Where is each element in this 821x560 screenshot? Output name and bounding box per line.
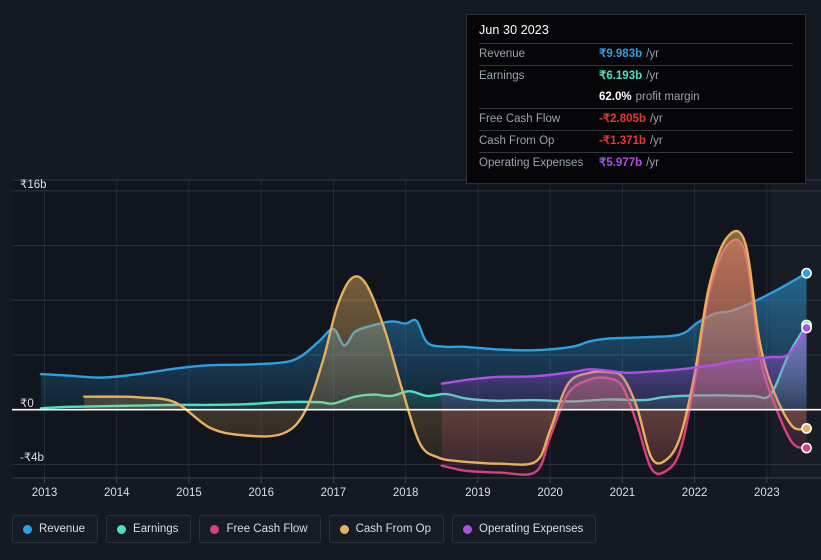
tooltip-row-value: -₹1.371b/yr <box>599 135 663 147</box>
legend-item-revenue[interactable]: Revenue <box>12 515 99 543</box>
legend-color-dot <box>463 524 473 534</box>
tooltip-row-label: Cash From Op <box>479 135 555 147</box>
legend-item-label: Cash From Op <box>355 523 432 535</box>
tooltip-row: Earnings ₹6.193b/yr <box>479 65 793 87</box>
tooltip-row-label: Free Cash Flow <box>479 113 561 125</box>
endpoint-marker-free-cash-flow <box>801 442 812 454</box>
tooltip-rows: Revenue ₹9.983b/yr Earnings ₹6.193b/yr 62.0%… <box>479 43 793 174</box>
y-tick-label: -₹4b <box>20 452 44 465</box>
tooltip-row: Operating Expenses ₹5.977b/yr <box>479 152 793 174</box>
x-tick-label: 2023 <box>754 487 780 499</box>
x-tick-label: 2013 <box>31 487 58 499</box>
endpoint-marker-cash-from-op <box>801 422 812 434</box>
legend-color-dot <box>210 524 220 534</box>
endpoint-marker-operating-expenses <box>801 322 812 334</box>
legend-color-dot <box>23 524 32 534</box>
tooltip-row-label: Operating Expenses <box>479 157 584 169</box>
tooltip-row: Cash From Op -₹1.371b/yr <box>479 130 793 152</box>
tooltip-row: Revenue ₹9.983b/yr <box>479 43 793 65</box>
x-tick-label: 2020 <box>537 487 563 499</box>
chart-legend[interactable]: Revenue Earnings Free Cash Flow Cash From O… <box>12 515 597 543</box>
legend-item-label: Free Cash Flow <box>226 523 308 535</box>
tooltip-date: Jun 30 2023 <box>479 23 549 37</box>
chart-tooltip: Jun 30 2023 Revenue ₹9.983b/yr Earnings ₹6.… <box>466 14 806 184</box>
legend-item-operating-expenses[interactable]: Operating Expenses <box>452 515 597 543</box>
x-tick-label: 2018 <box>392 487 419 499</box>
y-tick-label: ₹0 <box>20 397 34 410</box>
legend-item-earnings[interactable]: Earnings <box>106 515 192 543</box>
x-tick-label: 2021 <box>609 487 636 499</box>
tooltip-row-value: ₹9.983b/yr <box>599 48 659 60</box>
x-tick-label: 2015 <box>176 487 202 499</box>
tooltip-row: Free Cash Flow -₹2.805b/yr <box>479 108 793 130</box>
x-tick-label: 2019 <box>465 487 491 499</box>
tooltip-row: 62.0% profit margin <box>479 87 793 108</box>
x-tick-label: 2017 <box>320 487 347 499</box>
tooltip-row-value: ₹6.193b/yr <box>599 70 659 82</box>
endpoint-marker-revenue <box>801 267 812 279</box>
x-tick-label: 2016 <box>248 487 274 499</box>
chart-page: ₹16b ₹0 -₹4b 2013 2014 2015 2016 2017 2018 2019 2… <box>0 0 821 560</box>
x-tick-label: 2014 <box>103 487 130 499</box>
legend-item-label: Revenue <box>39 523 86 535</box>
legend-item-label: Earnings <box>133 523 179 535</box>
legend-item-free-cash-flow[interactable]: Free Cash Flow <box>199 515 321 543</box>
legend-color-dot <box>117 524 127 534</box>
y-tick-label: ₹16b <box>20 178 47 191</box>
tooltip-row-value: 62.0% profit margin <box>599 91 700 103</box>
legend-item-label: Operating Expenses <box>479 523 584 535</box>
legend-color-dot <box>339 524 349 534</box>
x-tick-label: 2022 <box>681 487 708 499</box>
tooltip-row-label: Earnings <box>479 70 525 82</box>
tooltip-row-value: -₹2.805b/yr <box>599 113 663 125</box>
tooltip-row-value: ₹5.977b/yr <box>599 157 659 169</box>
tooltip-row-label: Revenue <box>479 48 526 60</box>
legend-item-cash-from-op[interactable]: Cash From Op <box>328 515 445 543</box>
